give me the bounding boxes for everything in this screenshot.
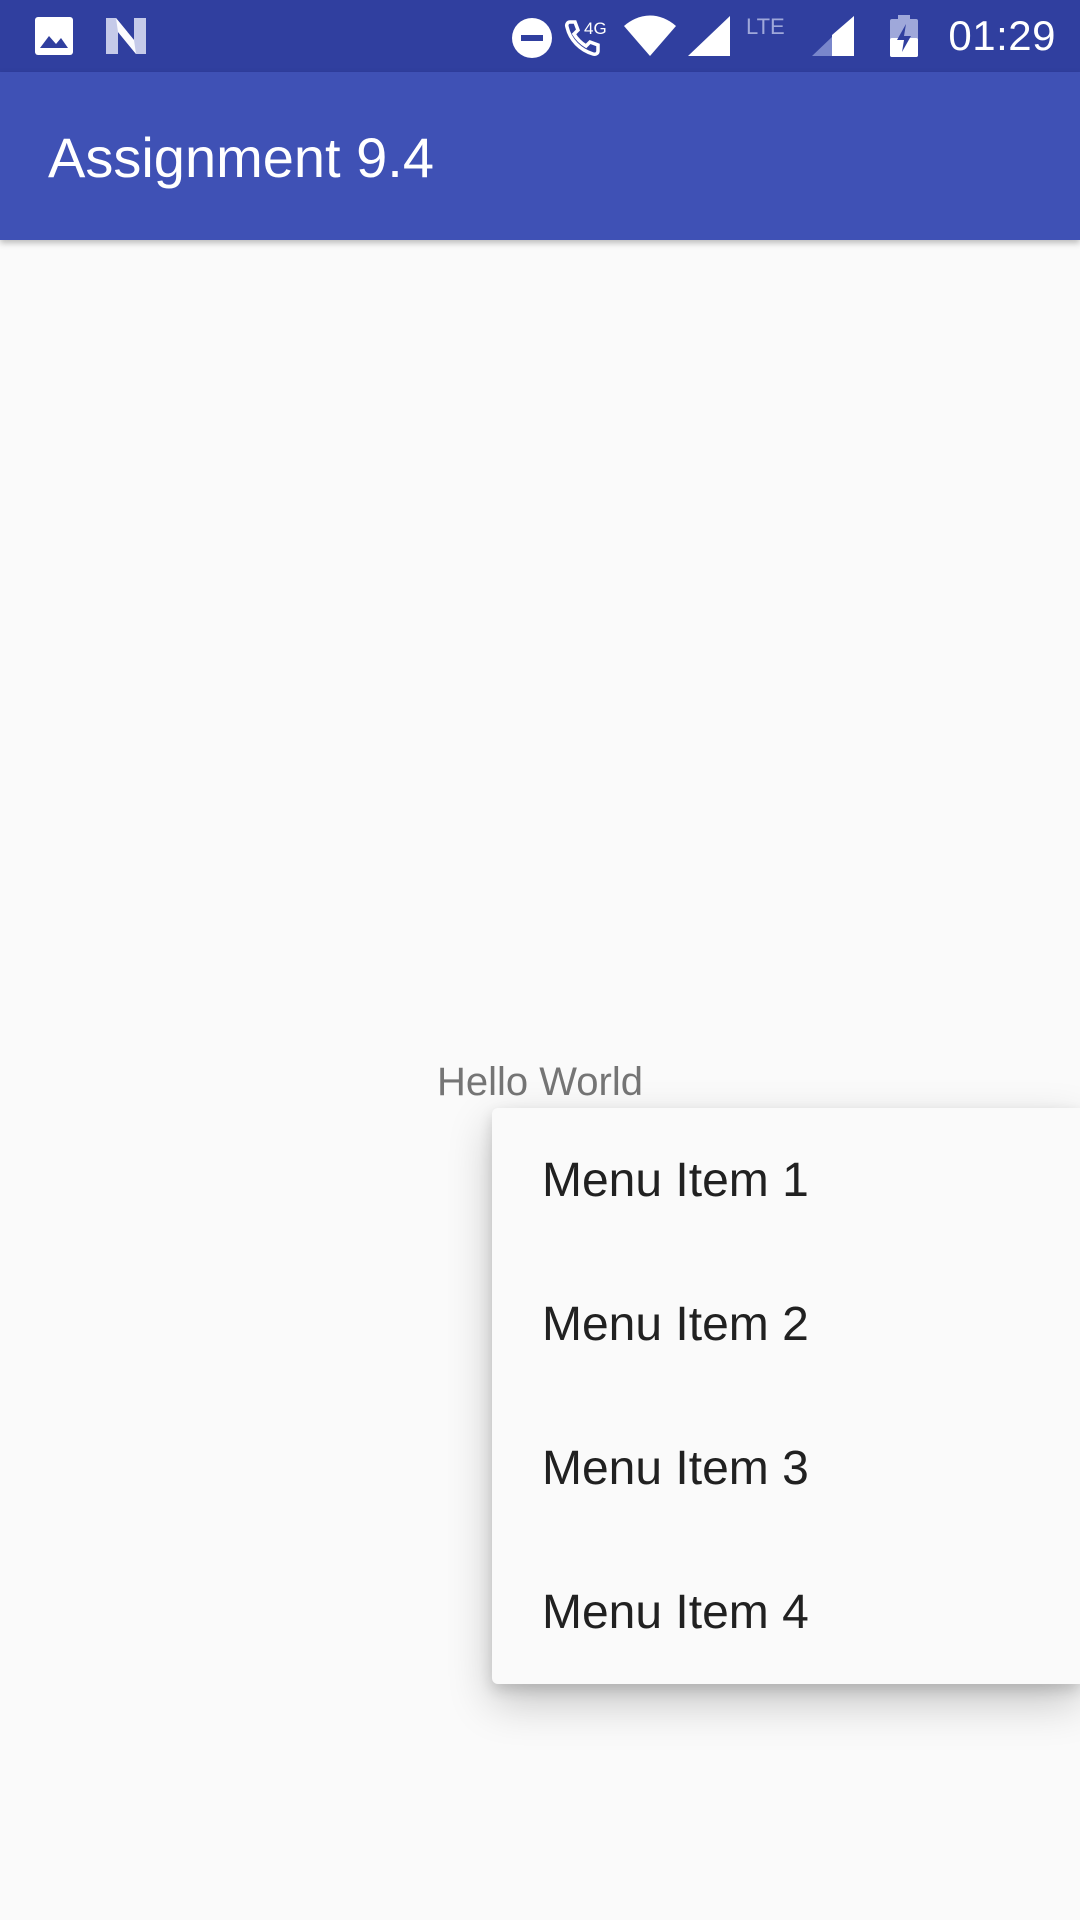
n-logo-icon <box>106 18 146 54</box>
lte-signal-icon <box>812 16 854 56</box>
wifi-calling-icon: 4G <box>565 19 607 56</box>
do-not-disturb-icon <box>512 18 552 58</box>
lte-label-icon: LTE <box>746 14 785 39</box>
lte-label: LTE <box>746 14 785 39</box>
popup-menu: Menu Item 1 Menu Item 2 Menu Item 3 Menu… <box>492 1108 1080 1684</box>
menu-item-3[interactable]: Menu Item 3 <box>492 1396 1080 1540</box>
signal-icon <box>688 16 730 56</box>
app-bar: Assignment 9.4 <box>0 72 1080 240</box>
network-type-label: 4G <box>584 19 607 38</box>
status-bar: 4G LTE 01:29 <box>0 0 1080 72</box>
image-notification-icon <box>35 17 73 55</box>
menu-item-4[interactable]: Menu Item 4 <box>492 1540 1080 1684</box>
battery-charging-icon <box>890 15 918 57</box>
status-time: 01:29 <box>948 12 1056 59</box>
wifi-icon <box>624 15 676 56</box>
menu-item-1[interactable]: Menu Item 1 <box>492 1108 1080 1252</box>
app-title: Assignment 9.4 <box>48 126 434 189</box>
hello-world-text: Hello World <box>437 1060 643 1104</box>
menu-item-2[interactable]: Menu Item 2 <box>492 1252 1080 1396</box>
